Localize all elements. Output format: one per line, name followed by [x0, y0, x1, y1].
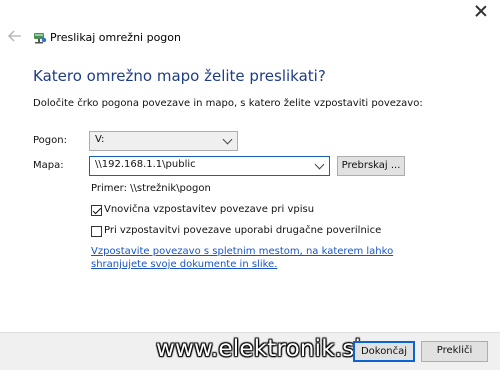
- chevron-down-icon[interactable]: [314, 159, 325, 170]
- example-text: Primer: \\strežnik\pogon: [91, 183, 211, 194]
- finish-button[interactable]: Dokončaj: [353, 341, 415, 362]
- drive-value: V:: [95, 134, 105, 145]
- folder-input[interactable]: \\192.168.1.1\public: [89, 156, 330, 176]
- different-credentials-label[interactable]: Pri vzpostavitvi povezave uporabi drugač…: [104, 225, 381, 236]
- folder-value: \\192.168.1.1\public: [95, 159, 196, 170]
- reconnect-label[interactable]: Vnovična vzpostavitev povezave pri vpisu: [104, 204, 314, 215]
- different-credentials-checkbox[interactable]: [91, 226, 102, 237]
- close-icon[interactable]: [474, 4, 488, 18]
- website-connect-link[interactable]: Vzpostavite povezavo s spletnim mestom, …: [91, 245, 436, 271]
- instructions-text: Določite črko pogona povezave in mapo, s…: [33, 98, 423, 109]
- drive-select[interactable]: V:: [89, 131, 238, 151]
- reconnect-checkbox[interactable]: [91, 205, 102, 216]
- drive-label: Pogon:: [33, 135, 67, 146]
- page-heading: Katero omrežno mapo želite preslikati?: [33, 67, 326, 85]
- cancel-button[interactable]: Prekliči: [421, 341, 488, 362]
- network-drive-icon: [34, 33, 47, 44]
- window-title: Preslikaj omrežni pogon: [50, 31, 181, 44]
- back-arrow-icon[interactable]: [8, 30, 22, 42]
- chevron-down-icon: [222, 134, 233, 145]
- folder-label: Mapa:: [33, 160, 64, 171]
- browse-button[interactable]: Prebrskaj ...: [337, 156, 405, 176]
- watermark-text: www.elektronik.si: [156, 336, 362, 362]
